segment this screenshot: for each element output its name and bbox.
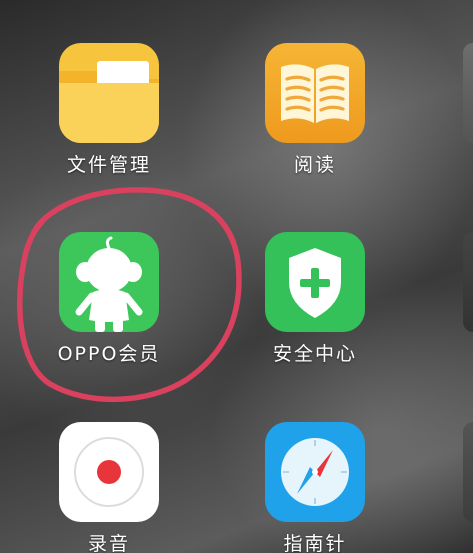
home-screen: 文件管理 阅读 OPPO会员 安全中心 录音 指南针 (0, 0, 473, 553)
record-icon[interactable] (59, 422, 159, 522)
app-label-compass: 指南针 (283, 533, 347, 553)
folder-icon[interactable] (59, 43, 159, 143)
app-label-reader: 阅读 (293, 154, 336, 176)
partial-app-icon-bottom[interactable] (463, 422, 473, 522)
shield-plus-icon[interactable] (265, 232, 365, 332)
partial-app-icon-top[interactable] (463, 43, 473, 143)
app-label-security-center: 安全中心 (272, 343, 357, 365)
app-label-files: 文件管理 (66, 154, 151, 176)
mascot-icon[interactable] (59, 232, 159, 332)
compass-icon[interactable] (265, 422, 365, 522)
open-book-icon[interactable] (265, 43, 365, 143)
app-label-recorder: 录音 (87, 533, 130, 553)
partial-app-icon-middle[interactable] (463, 232, 473, 332)
app-label-oppo-member: OPPO会员 (57, 343, 161, 365)
